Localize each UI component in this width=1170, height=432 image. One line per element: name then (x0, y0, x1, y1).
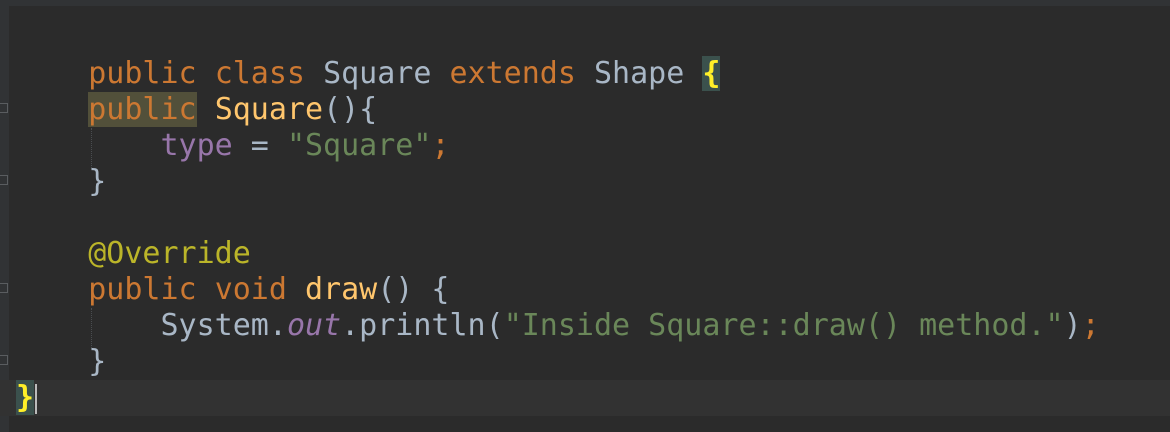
keyword-public: public (88, 272, 197, 307)
keyword-void: void (214, 272, 287, 307)
code-line-close-method[interactable]: } (16, 344, 106, 380)
static-field-out: out (286, 308, 342, 343)
code-line-class-declaration[interactable]: public class Square extends Shape { (16, 20, 721, 91)
code-line-type-assignment[interactable]: type = "Square"; (16, 128, 450, 164)
constructor-params: (){ (323, 92, 378, 127)
keyword-public: public (88, 56, 197, 91)
text-caret (35, 383, 38, 414)
editor-top-edge (0, 0, 1170, 6)
code-line-close-constructor[interactable]: } (16, 164, 106, 200)
code-line-close-class[interactable]: } (16, 380, 38, 416)
code-line-constructor[interactable]: public Square(){ (16, 92, 377, 128)
code-line-println[interactable]: System.out.println("Inside Square::draw(… (16, 308, 1100, 344)
field-type: type (160, 128, 233, 163)
method-name-draw: draw (305, 272, 378, 307)
code-editor[interactable]: public class Square extends Shape { publ… (0, 0, 1170, 432)
parent-class-name: Shape (594, 56, 685, 91)
string-literal: "Inside Square::draw() method." (503, 308, 1064, 343)
class-name: Square (323, 56, 432, 91)
code-line-draw-method[interactable]: public void draw() { (16, 272, 450, 308)
code-line-annotation[interactable]: @Override (16, 236, 251, 272)
println-call: .println( (341, 308, 504, 343)
assign-operator: = (232, 128, 287, 163)
current-line-highlight (0, 380, 1170, 416)
close-brace: } (88, 344, 107, 379)
system-class: System. (160, 308, 287, 343)
keyword-class: class (214, 56, 305, 91)
semicolon: ; (431, 128, 450, 163)
close-brace: } (88, 164, 107, 199)
fold-toggle-icon[interactable] (0, 283, 8, 293)
method-params: () { (377, 272, 450, 307)
keyword-extends: extends (449, 56, 576, 91)
fold-toggle-icon[interactable] (0, 103, 8, 113)
fold-toggle-icon[interactable] (0, 355, 8, 365)
close-paren: ) (1063, 308, 1082, 343)
keyword-public: public (88, 92, 197, 127)
matched-open-brace: { (702, 56, 721, 91)
matched-close-brace: } (16, 380, 35, 415)
fold-toggle-icon[interactable] (0, 175, 8, 185)
string-literal: "Square" (286, 128, 432, 163)
semicolon: ; (1081, 308, 1100, 343)
constructor-name: Square (214, 92, 324, 127)
override-annotation: @Override (88, 236, 251, 271)
editor-gutter (0, 0, 9, 432)
